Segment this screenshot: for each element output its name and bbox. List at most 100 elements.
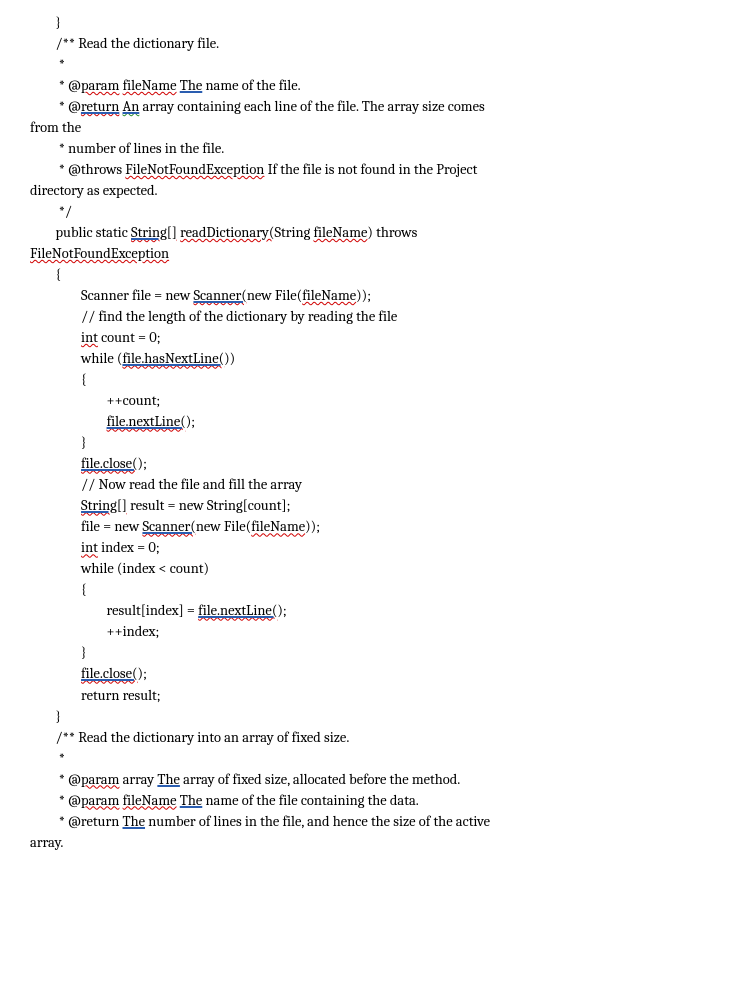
spellcheck-param: param (81, 792, 119, 809)
spellcheck-string-array: String[]String[] (131, 222, 177, 243)
spellcheck-filename: fileName (123, 77, 177, 94)
grammar-the: The (180, 77, 203, 94)
text: * @return (30, 813, 123, 830)
code-line: * @param fileName The name of the file c… (0, 790, 736, 811)
grammar-an: AnAn (123, 96, 140, 117)
code-line: file.close(file.close(); (0, 663, 736, 684)
code-line: return result; (0, 685, 736, 706)
text: * @ (30, 771, 81, 788)
grammar-the: The (157, 771, 180, 788)
code-line: int count = 0; (0, 327, 736, 348)
text: ) throws (367, 224, 417, 241)
text: ); (277, 602, 286, 619)
code-line: file.close(file.close(); (0, 453, 736, 474)
code-line: * (0, 54, 736, 75)
code-line: Scanner file = new Scanner(Scanner(new F… (0, 285, 736, 306)
spellcheck-string-array: String[]String[] (81, 495, 127, 516)
text: String (274, 224, 313, 241)
code-line: array. (0, 832, 736, 853)
text: name of the file containing the data. (202, 792, 419, 809)
code-line: { (0, 579, 736, 600)
spellcheck-filename: fileName (123, 792, 177, 809)
spellcheck-filename: fileName (251, 518, 305, 535)
code-line: file = new Scanner(Scanner(new File(file… (0, 516, 736, 537)
text: public static (30, 224, 131, 241)
text: new File( (247, 287, 302, 304)
text (30, 329, 81, 346)
code-line: } (0, 706, 736, 727)
spellcheck-filename: fileName (313, 224, 367, 241)
text: Scanner file = new (30, 287, 193, 304)
text: array (123, 771, 158, 788)
spellcheck-filename: fileName (302, 287, 356, 304)
code-line: ++count; (0, 390, 736, 411)
spellcheck-fileclose: file.close(file.close( (81, 663, 137, 684)
text: new File( (196, 518, 251, 535)
code-line: FileNotFoundException (0, 243, 736, 264)
grammar-the: The (123, 813, 146, 830)
text (30, 497, 81, 514)
code-line: int index = 0; (0, 537, 736, 558)
code-line: * number of lines in the file. (0, 138, 736, 159)
spellcheck-int: int (81, 539, 98, 556)
text: )) (224, 350, 235, 367)
text: * @ (30, 77, 81, 94)
code-line: while (file.hasNextLine(file.hasNextLine… (0, 348, 736, 369)
text: * @ (30, 98, 81, 115)
spellcheck-scanner: Scanner(Scanner( (193, 285, 246, 306)
code-line: /** Read the dictionary into an array of… (0, 727, 736, 748)
code-line: while (index < count) (0, 558, 736, 579)
code-line: * @throws FileNotFoundException If the f… (0, 159, 736, 180)
spellcheck-nextline: file.nextLine(file.nextLine( (198, 600, 277, 621)
spellcheck-hasnextline: file.hasNextLine(file.hasNextLine( (122, 348, 224, 369)
text: ); (186, 413, 195, 430)
code-line: { (0, 369, 736, 390)
text: array containing each line of the file. … (139, 98, 484, 115)
text: name of the file. (202, 77, 300, 94)
code-line: * @return The number of lines in the fil… (0, 811, 736, 832)
text: index = 0; (98, 539, 160, 556)
code-line: } (0, 642, 736, 663)
text (30, 455, 81, 472)
spellcheck-readdictionary: readDictionary( (180, 224, 274, 241)
text (30, 665, 81, 682)
code-line: * @param array The array of fixed size, … (0, 769, 736, 790)
spellcheck-return: returnreturn (81, 96, 119, 117)
text: array of fixed size, allocated before th… (180, 771, 460, 788)
grammar-the: The (180, 792, 203, 809)
text: result[index] = (30, 602, 198, 619)
code-line: } (0, 12, 736, 33)
spellcheck-fileclose: file.close(file.close( (81, 453, 137, 474)
code-line: * @returnreturn AnAn array containing ea… (0, 96, 736, 117)
text: ); (138, 455, 147, 472)
code-line: String[]String[] result = new String[cou… (0, 495, 736, 516)
text: )); (305, 518, 320, 535)
spellcheck-param: param (81, 77, 119, 94)
code-line: } (0, 432, 736, 453)
spellcheck-scanner: Scanner(Scanner( (142, 516, 195, 537)
code-line: directory as expected. (0, 180, 736, 201)
text (30, 539, 81, 556)
spellcheck-param: param (81, 771, 119, 788)
code-line: // Now read the file and fill the array (0, 474, 736, 495)
text: number of lines in the file, and hence t… (145, 813, 490, 830)
code-line: * (0, 748, 736, 769)
code-line: from the (0, 117, 736, 138)
spellcheck-filenotfound: FileNotFoundException (30, 245, 169, 262)
spellcheck-nextline: file.nextLine(file.nextLine( (107, 411, 186, 432)
text: If the file is not found in the Project (264, 161, 477, 178)
code-line: file.nextLine(file.nextLine(); (0, 411, 736, 432)
text: )); (356, 287, 371, 304)
code-line: * @param fileName The name of the file. (0, 75, 736, 96)
code-line: { (0, 264, 736, 285)
text: * @ (30, 792, 81, 809)
text: ); (138, 665, 147, 682)
code-line: // find the length of the dictionary by … (0, 306, 736, 327)
text: result = new String[count]; (127, 497, 290, 514)
code-line: */ (0, 201, 736, 222)
text: count = 0; (98, 329, 161, 346)
text: while ( (30, 350, 122, 367)
text (30, 413, 107, 430)
spellcheck-exception: FileNotFoundException (125, 161, 264, 178)
text: file = new (30, 518, 142, 535)
